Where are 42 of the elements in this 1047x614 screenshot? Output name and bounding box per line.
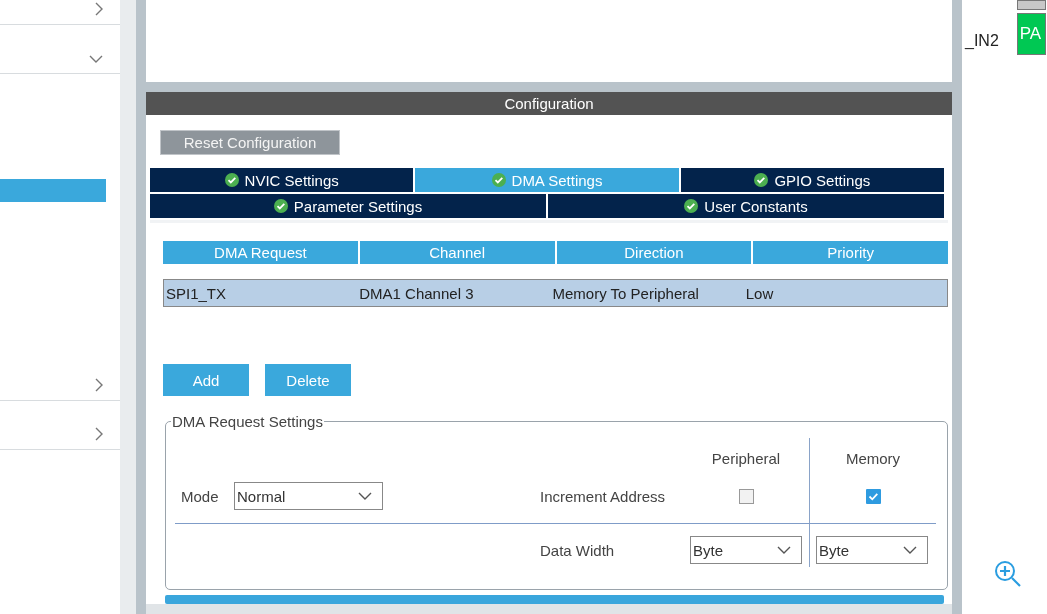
column-header[interactable]: Direction <box>556 241 752 264</box>
pin[interactable] <box>1016 0 1046 10</box>
checkbox[interactable] <box>738 488 754 504</box>
check-circle-icon <box>491 173 506 187</box>
panel-title: Configuration <box>146 92 952 115</box>
pin-label: _IN2 <box>965 32 999 50</box>
dropdown[interactable]: Byte <box>690 536 802 564</box>
checkbox[interactable] <box>865 488 881 504</box>
field-label: Mode <box>181 487 220 505</box>
field-label: Increment Address <box>540 487 667 505</box>
pin[interactable]: PA <box>1016 13 1046 55</box>
check-circle-icon <box>684 199 699 213</box>
chevron-down-icon[interactable] <box>89 55 103 63</box>
field-label: Data Width <box>540 541 616 559</box>
caret-down-icon <box>903 546 917 554</box>
action-button[interactable]: Delete <box>265 364 351 396</box>
column-header[interactable]: DMA Request <box>163 241 358 264</box>
chevron-right-icon[interactable] <box>95 378 103 392</box>
action-button[interactable]: Add <box>163 364 249 396</box>
caret-down-icon <box>358 492 372 500</box>
tab[interactable]: DMA Settings <box>415 168 679 192</box>
dropdown[interactable]: Byte <box>816 536 928 564</box>
dropdown[interactable]: Normal <box>234 482 383 510</box>
column-label: Memory <box>844 449 902 467</box>
table-row[interactable]: SPI1_TX DMA1 Channel 3 Memory To Peripheral Low <box>163 279 948 307</box>
column-header[interactable]: Priority <box>753 241 948 264</box>
column-header[interactable]: Channel <box>359 241 555 264</box>
zoom-in-icon[interactable] <box>994 560 1022 588</box>
group-title: DMA Request Settings <box>171 413 324 430</box>
check-circle-icon <box>273 199 288 213</box>
scrollbar[interactable] <box>165 595 944 604</box>
check-circle-icon <box>224 173 239 187</box>
tab[interactable]: NVIC Settings <box>150 168 414 192</box>
check-circle-icon <box>754 173 769 187</box>
tab[interactable]: Parameter Settings <box>150 194 546 218</box>
caret-down-icon <box>777 546 791 554</box>
chevron-right-icon[interactable] <box>95 427 103 441</box>
tab[interactable]: GPIO Settings <box>680 168 944 192</box>
tab[interactable]: User Constants <box>548 194 944 218</box>
reset-configuration-button[interactable]: Reset Configuration <box>160 130 340 155</box>
chevron-right-icon[interactable] <box>95 2 103 16</box>
column-label: Peripheral <box>710 449 782 467</box>
